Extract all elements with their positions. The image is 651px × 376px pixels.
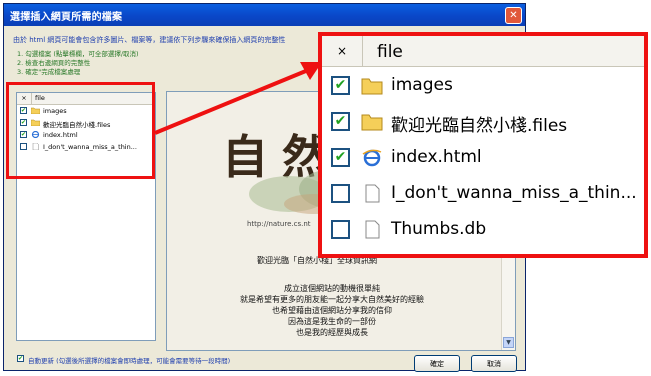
- list-item[interactable]: ✔ 歡迎光臨自然小棧.files: [322, 105, 644, 141]
- ie-html-icon: [362, 149, 382, 167]
- list-item[interactable]: ✔ images: [322, 69, 644, 105]
- file-name: images: [391, 75, 453, 95]
- list-item[interactable]: I_don't_wanna_miss_a_thin...: [322, 177, 644, 213]
- file-name: index.html: [391, 147, 482, 167]
- list-item[interactable]: Thumbs.db: [322, 213, 644, 249]
- checkbox-checked[interactable]: ✔: [331, 76, 350, 95]
- file-column-header[interactable]: file: [377, 42, 403, 62]
- folder-icon: [361, 114, 383, 131]
- blank-file-icon: [365, 220, 380, 239]
- zoomed-file-list: × file ✔ images ✔ 歡迎光臨自然小棧.files ✔ index…: [318, 32, 648, 258]
- zoomed-header: × file: [322, 36, 644, 67]
- file-name: I_don't_wanna_miss_a_thin...: [391, 183, 637, 203]
- list-item[interactable]: ✔ index.html: [322, 141, 644, 177]
- checkbox-checked[interactable]: ✔: [331, 148, 350, 167]
- blank-file-icon: [365, 184, 380, 203]
- file-name: Thumbs.db: [391, 219, 487, 239]
- select-all-column-header[interactable]: ×: [322, 36, 363, 66]
- checkbox-unchecked[interactable]: [331, 184, 350, 203]
- checkbox-unchecked[interactable]: [331, 220, 350, 239]
- folder-icon: [361, 78, 383, 95]
- file-name: 歡迎光臨自然小棧.files: [391, 116, 568, 136]
- checkbox-checked[interactable]: ✔: [331, 112, 350, 131]
